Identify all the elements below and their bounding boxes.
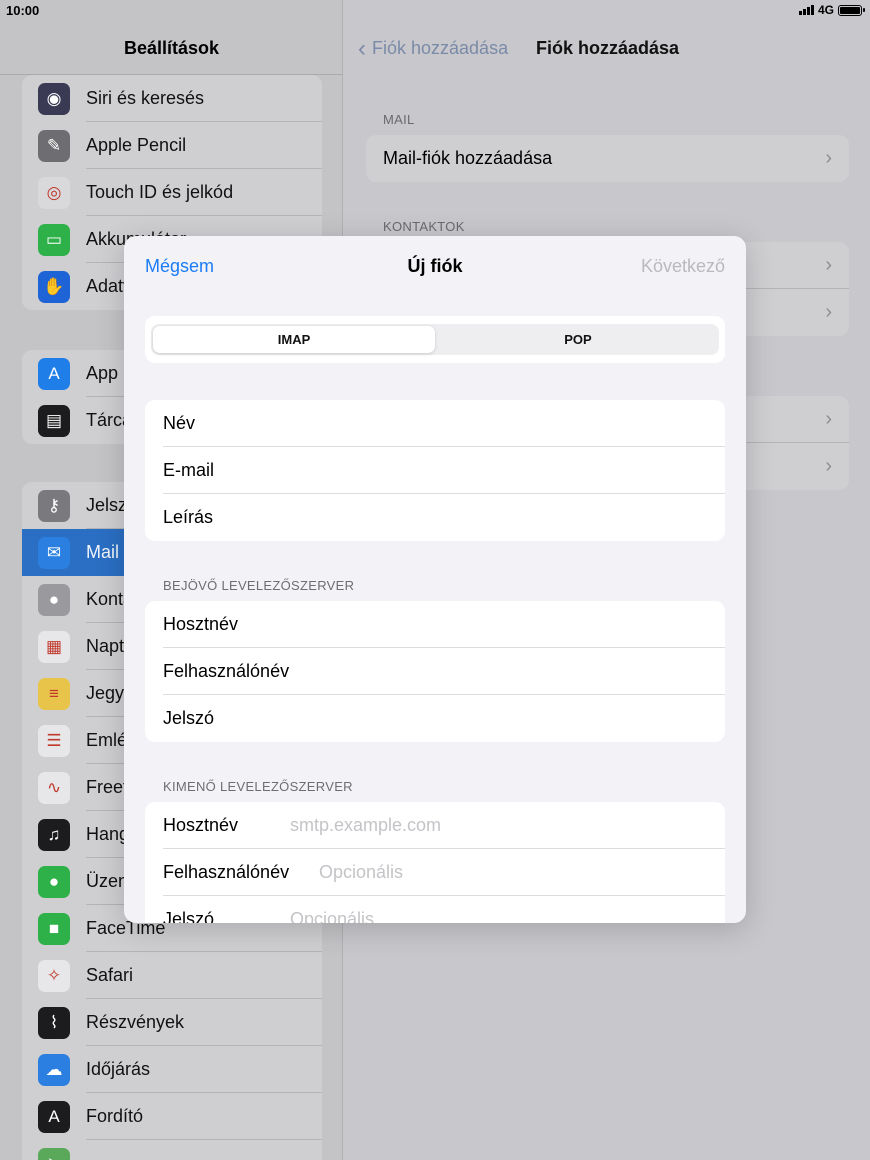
sidebar-title: Beállítások — [123, 38, 220, 58]
voicememo-icon: ♫ — [38, 818, 70, 851]
wallet-icon: ▤ — [38, 404, 70, 437]
next-button[interactable]: Következő — [641, 256, 725, 277]
incoming-password-label: Jelszó — [163, 708, 215, 728]
outgoing-password-field[interactable]: Jelszó — [145, 896, 725, 923]
incoming-server-header: BEJÖVŐ LEVELEZŐSZERVER — [163, 578, 355, 593]
signal-icon — [798, 5, 814, 15]
status-right: 4G — [798, 3, 865, 17]
protocol-segment-wrap: IMAP POP — [145, 316, 725, 363]
siri-icon: ◉ — [38, 82, 70, 115]
description-label: Leírás — [163, 507, 214, 527]
chevron-right-icon: › — [825, 147, 832, 169]
sidebar-item[interactable]: A Fordító — [22, 1093, 322, 1140]
sidebar-item-label: Fordító — [86, 1106, 144, 1126]
outgoing-password-input[interactable] — [290, 896, 715, 923]
translate-icon: A — [38, 1100, 70, 1133]
outgoing-host-input[interactable] — [290, 802, 715, 849]
outgoing-server-group: Hosztnév Felhasználónév Jelszó — [145, 802, 725, 923]
email-field[interactable]: E-mail — [145, 447, 725, 494]
battery-icon: ▭ — [38, 223, 70, 256]
calendar-icon: ▦ — [38, 630, 70, 663]
messages-icon: ● — [38, 865, 70, 898]
name-label: Név — [163, 413, 196, 433]
hand-icon: ✋ — [38, 270, 70, 303]
sidebar-item-label: Időjárás — [86, 1059, 151, 1079]
maps-icon: ➤ — [38, 1147, 70, 1160]
incoming-user-field[interactable]: Felhasználónév — [145, 648, 725, 695]
incoming-password-input[interactable] — [290, 695, 715, 742]
sidebar-item-label: Safari — [86, 965, 134, 985]
weather-icon: ☁ — [38, 1053, 70, 1086]
sidebar-item-label: Siri és keresés — [86, 88, 205, 108]
chevron-left-icon: ‹ — [358, 34, 366, 62]
outgoing-host-label: Hosztnév — [163, 815, 239, 835]
mail-group: Mail-fiók hozzáadása › — [366, 135, 849, 182]
detail-title: Fiók hozzáadása — [536, 38, 680, 58]
outgoing-user-label: Felhasználónév — [163, 862, 290, 882]
safari-icon: ✧ — [38, 959, 70, 992]
sidebar-item-label: Mail — [86, 542, 120, 562]
email-label: E-mail — [163, 460, 215, 480]
description-field[interactable]: Leírás — [145, 494, 725, 541]
chevron-right-icon: › — [825, 455, 832, 477]
back-label: Fiók hozzáadása — [372, 38, 509, 58]
sidebar-item[interactable]: ◉ Siri és keresés — [22, 75, 322, 122]
sidebar-item[interactable]: ➤ — [22, 1140, 322, 1160]
outgoing-server-header: KIMENŐ LEVELEZŐSZERVER — [163, 779, 353, 794]
chevron-right-icon: › — [825, 408, 832, 430]
contacts-icon: ● — [38, 583, 70, 616]
pencil-icon: ✎ — [38, 129, 70, 162]
outgoing-password-label: Jelszó — [163, 909, 215, 923]
sidebar-item-label: Touch ID és jelkód — [86, 182, 234, 202]
sidebar-item-label: Részvények — [86, 1012, 185, 1032]
freeform-icon: ∿ — [38, 771, 70, 804]
key-icon: ⚷ — [38, 489, 70, 522]
notes-icon: ≡ — [38, 677, 70, 710]
chevron-right-icon: › — [825, 301, 832, 323]
incoming-user-label: Felhasználónév — [163, 661, 290, 681]
section-header-mail: MAIL — [383, 112, 415, 127]
incoming-host-label: Hosztnév — [163, 614, 239, 634]
status-time: 10:00 — [6, 3, 40, 18]
name-input[interactable] — [285, 400, 715, 447]
section-header-contacts: KONTAKTOK — [383, 219, 465, 234]
protocol-segmented-control: IMAP POP — [151, 324, 719, 355]
email-input[interactable] — [285, 447, 715, 494]
outgoing-host-field[interactable]: Hosztnév — [145, 802, 725, 849]
segment-imap[interactable]: IMAP — [153, 326, 435, 353]
outgoing-user-input[interactable] — [319, 849, 715, 896]
stocks-icon: ⌇ — [38, 1006, 70, 1039]
status-bar: 10:00 4G — [0, 0, 870, 20]
sidebar-item-label: Apple Pencil — [86, 135, 187, 155]
incoming-user-input[interactable] — [320, 648, 715, 695]
description-input[interactable] — [285, 494, 715, 541]
outgoing-user-field[interactable]: Felhasználónév — [145, 849, 725, 896]
appstore-icon: A — [38, 357, 70, 390]
network-type: 4G — [817, 3, 834, 17]
sidebar-item[interactable]: ☁ Időjárás — [22, 1046, 322, 1093]
battery-icon — [838, 4, 865, 16]
sidebar-item[interactable]: ✧ Safari — [22, 952, 322, 999]
reminders-icon: ☰ — [38, 724, 70, 757]
sidebar-item[interactable]: ◎ Touch ID és jelkód — [22, 169, 322, 216]
sheet-nav-bar: Mégsem Új fiók Következő — [124, 236, 746, 298]
mail-icon: ✉ — [38, 536, 70, 569]
back-button[interactable]: ‹ Fiók hozzáadása — [358, 34, 509, 62]
incoming-password-field[interactable]: Jelszó — [145, 695, 725, 742]
add-mail-account-row[interactable]: Mail-fiók hozzáadása › — [366, 135, 849, 182]
facetime-icon: ■ — [38, 912, 70, 945]
new-account-sheet: Mégsem Új fiók Következő IMAP POP Név E-… — [124, 236, 746, 923]
fingerprint-icon: ◎ — [38, 176, 70, 209]
segment-pop[interactable]: POP — [437, 324, 719, 355]
name-field[interactable]: Név — [145, 400, 725, 447]
add-mail-account-label: Mail-fiók hozzáadása — [383, 148, 553, 168]
incoming-host-field[interactable]: Hosztnév — [145, 601, 725, 648]
incoming-server-group: Hosztnév Felhasználónév Jelszó — [145, 601, 725, 742]
sidebar-item[interactable]: ✎ Apple Pencil — [22, 122, 322, 169]
incoming-host-input[interactable] — [290, 601, 715, 648]
sidebar-item[interactable]: ⌇ Részvények — [22, 999, 322, 1046]
chevron-right-icon: › — [825, 254, 832, 276]
account-info-group: Név E-mail Leírás — [145, 400, 725, 541]
